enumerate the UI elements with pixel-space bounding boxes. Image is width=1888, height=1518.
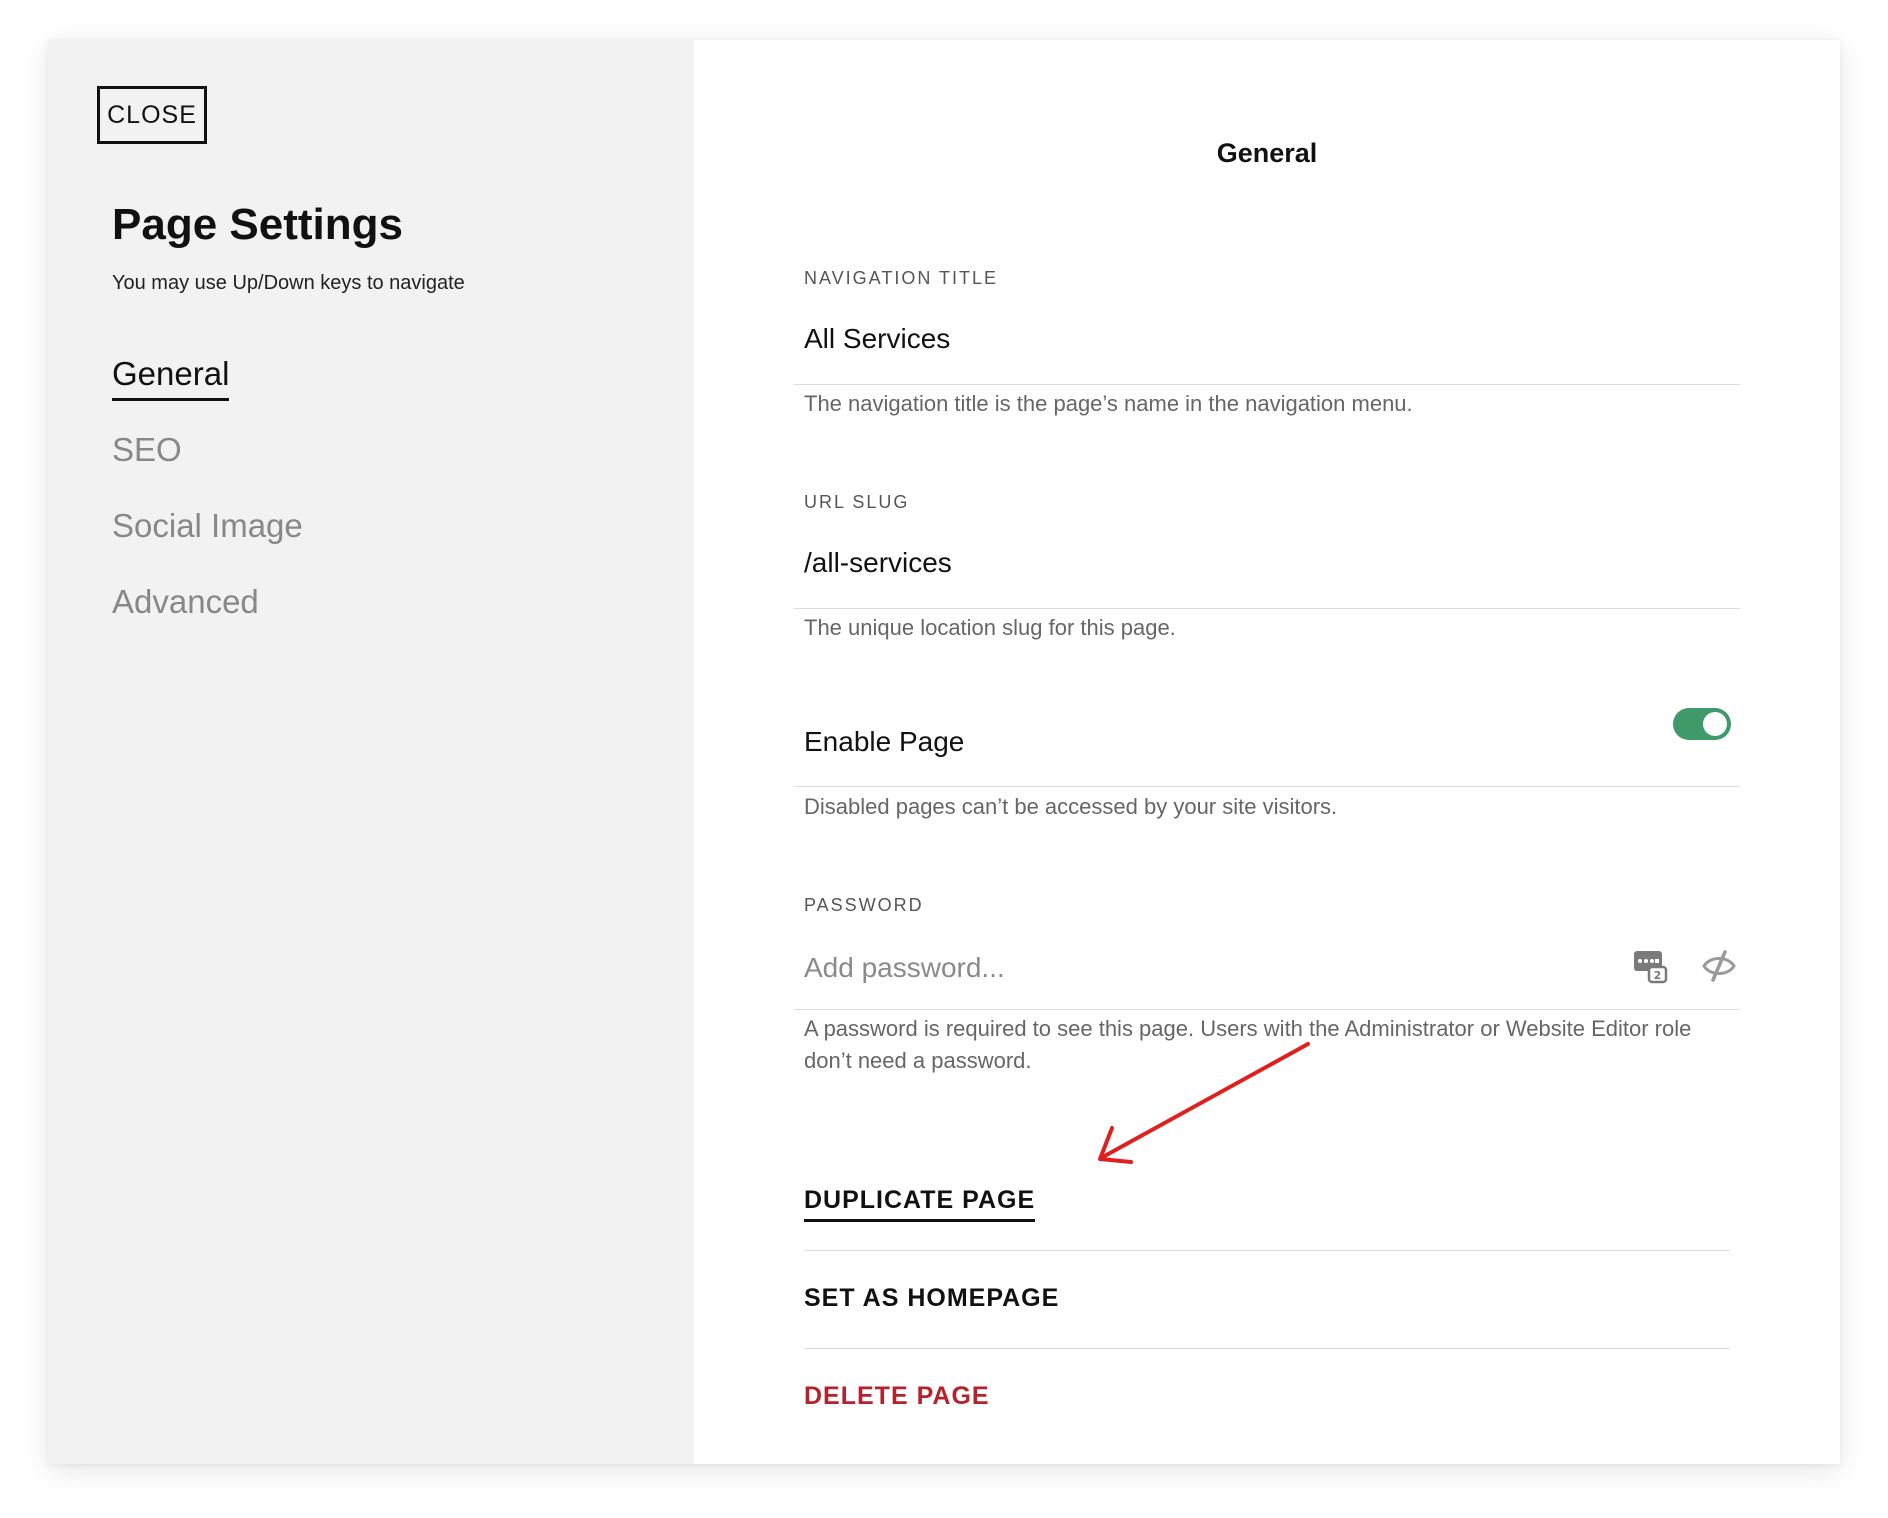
nav-item-social-image[interactable]: Social Image (112, 504, 303, 580)
eye-slash-icon[interactable] (1701, 948, 1737, 984)
enable-page-help: Disabled pages can’t be accessed by your… (804, 794, 1338, 819)
svg-text:2: 2 (1654, 969, 1662, 982)
password-generator-icon[interactable]: 2 (1632, 948, 1668, 984)
screenshot-stage: CLOSE Page Settings You may use Up/Down … (0, 0, 1888, 1518)
password-help: A password is required to see this page.… (804, 1016, 1692, 1073)
nav-item-seo[interactable]: SEO (112, 428, 303, 504)
field-divider (794, 786, 1740, 787)
navigation-title-help: The navigation title is the page’s name … (804, 391, 1413, 416)
toggle-knob (1703, 712, 1727, 736)
delete-page-button[interactable]: DELETE PAGE (804, 1382, 990, 1411)
url-slug-field[interactable]: /all-services (804, 547, 952, 579)
field-divider (794, 384, 1740, 385)
enable-page-toggle[interactable] (1673, 708, 1731, 740)
action-divider (804, 1250, 1730, 1251)
nav-item-label: Social Image (112, 507, 303, 544)
nav-item-advanced[interactable]: Advanced (112, 580, 303, 656)
close-button[interactable]: CLOSE (97, 86, 207, 144)
nav-item-label: Advanced (112, 583, 259, 620)
password-input[interactable] (804, 946, 1604, 990)
general-settings-panel: General NAVIGATION TITLE All Services Th… (694, 40, 1840, 1464)
keyboard-hint: You may use Up/Down keys to navigate (112, 272, 465, 294)
page-settings-modal: CLOSE Page Settings You may use Up/Down … (48, 40, 1840, 1464)
url-slug-label: URL SLUG (804, 492, 910, 512)
settings-nav: General SEO Social Image Advanced (112, 352, 303, 656)
url-slug-help: The unique location slug for this page. (804, 615, 1176, 640)
duplicate-page-button[interactable]: DUPLICATE PAGE (804, 1186, 1036, 1222)
enable-page-label: Enable Page (804, 726, 965, 757)
set-as-homepage-button[interactable]: SET AS HOMEPAGE (804, 1284, 1059, 1313)
nav-item-general[interactable]: General (112, 352, 303, 428)
field-divider (794, 608, 1740, 609)
settings-sidebar: CLOSE Page Settings You may use Up/Down … (48, 40, 694, 1464)
sidebar-title: Page Settings (112, 200, 403, 249)
password-label: PASSWORD (804, 895, 924, 915)
nav-item-label: SEO (112, 431, 182, 468)
navigation-title-field[interactable]: All Services (804, 323, 950, 355)
field-divider (794, 1009, 1740, 1010)
panel-title: General (1216, 138, 1318, 168)
action-divider (804, 1348, 1730, 1349)
navigation-title-label: NAVIGATION TITLE (804, 268, 999, 288)
nav-item-label: General (112, 352, 230, 401)
